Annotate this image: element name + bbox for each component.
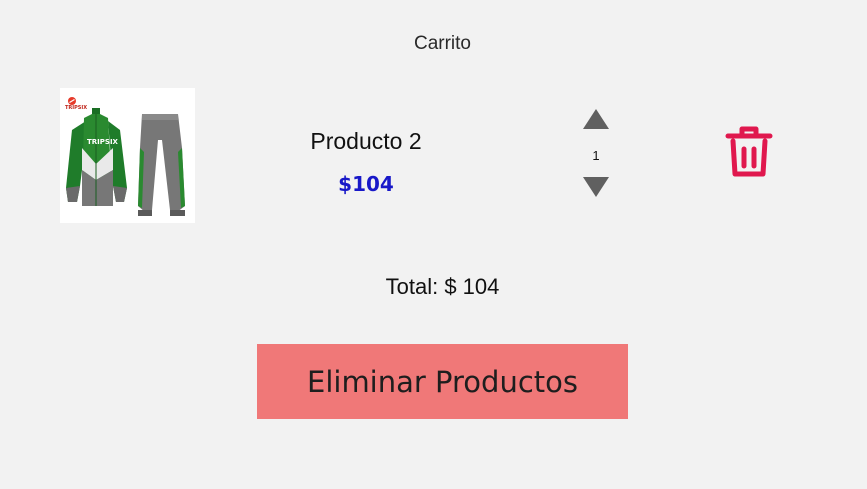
product-image: TRIPSIX TRIPSIX: [60, 88, 195, 223]
delete-item-button[interactable]: [725, 125, 773, 179]
remove-all-products-button[interactable]: Eliminar Productos: [257, 344, 628, 419]
svg-text:TRIPSIX: TRIPSIX: [65, 105, 87, 111]
cart-total: Total: $ 104: [385, 274, 500, 299]
cart-title: Carrito: [413, 33, 471, 54]
increase-quantity-button[interactable]: [582, 108, 610, 130]
trash-icon: [725, 126, 773, 177]
triangle-up-icon: [583, 109, 609, 129]
product-price: $104: [338, 172, 394, 196]
product-name: Producto 2: [310, 128, 422, 154]
svg-text:TRIPSIX: TRIPSIX: [87, 138, 119, 146]
triangle-down-icon: [583, 177, 609, 197]
tracksuit-image: TRIPSIX TRIPSIX: [65, 97, 185, 216]
decrease-quantity-button[interactable]: [582, 176, 610, 198]
quantity-value: 1: [592, 148, 600, 163]
